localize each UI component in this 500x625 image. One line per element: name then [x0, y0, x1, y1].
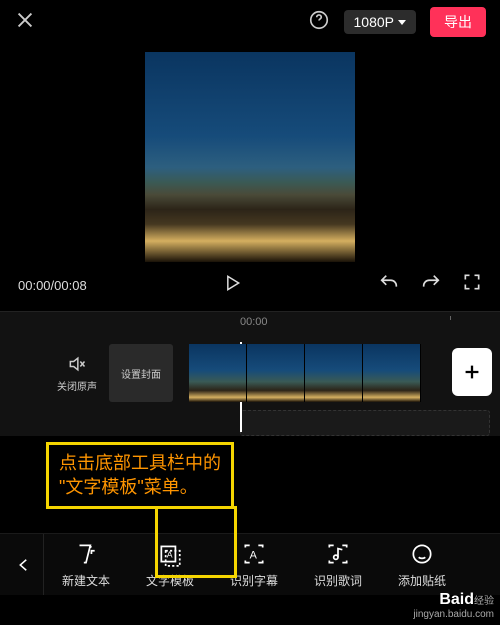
time-display: 00:00/00:08 [18, 278, 87, 293]
set-cover-button[interactable]: 设置封面 [109, 344, 173, 402]
resolution-button[interactable]: 1080P [344, 10, 416, 34]
recognize-lyrics-button[interactable]: 识别歌词 [296, 534, 380, 595]
svg-text:A: A [250, 549, 258, 561]
export-button[interactable]: 导出 [430, 7, 486, 37]
help-icon[interactable] [308, 9, 330, 36]
close-button[interactable] [14, 9, 36, 36]
chevron-down-icon [398, 20, 406, 25]
video-preview[interactable] [145, 52, 355, 262]
redo-button[interactable] [420, 272, 442, 299]
mute-audio-button[interactable]: 关闭原声 [45, 344, 109, 402]
timeline-ruler: 00:00 00:02 [0, 312, 500, 342]
video-clip[interactable] [189, 344, 421, 402]
watermark: Baid经验 jingyan.baidu.com [413, 590, 494, 621]
new-text-button[interactable]: 新建文本 [44, 534, 128, 595]
mute-label: 关闭原声 [57, 378, 97, 393]
annotation-callout: 点击底部工具栏中的 "文字模板"菜单。 [46, 442, 234, 509]
resolution-label: 1080P [354, 14, 394, 30]
back-button[interactable] [4, 534, 44, 595]
add-clip-button[interactable] [452, 348, 492, 396]
sticker-button[interactable]: 添加贴纸 [380, 534, 464, 595]
play-button[interactable] [222, 273, 242, 298]
cover-label: 设置封面 [121, 366, 161, 381]
audio-track[interactable] [240, 410, 490, 436]
undo-button[interactable] [378, 272, 400, 299]
highlight-box [155, 506, 237, 578]
fullscreen-button[interactable] [462, 272, 482, 299]
